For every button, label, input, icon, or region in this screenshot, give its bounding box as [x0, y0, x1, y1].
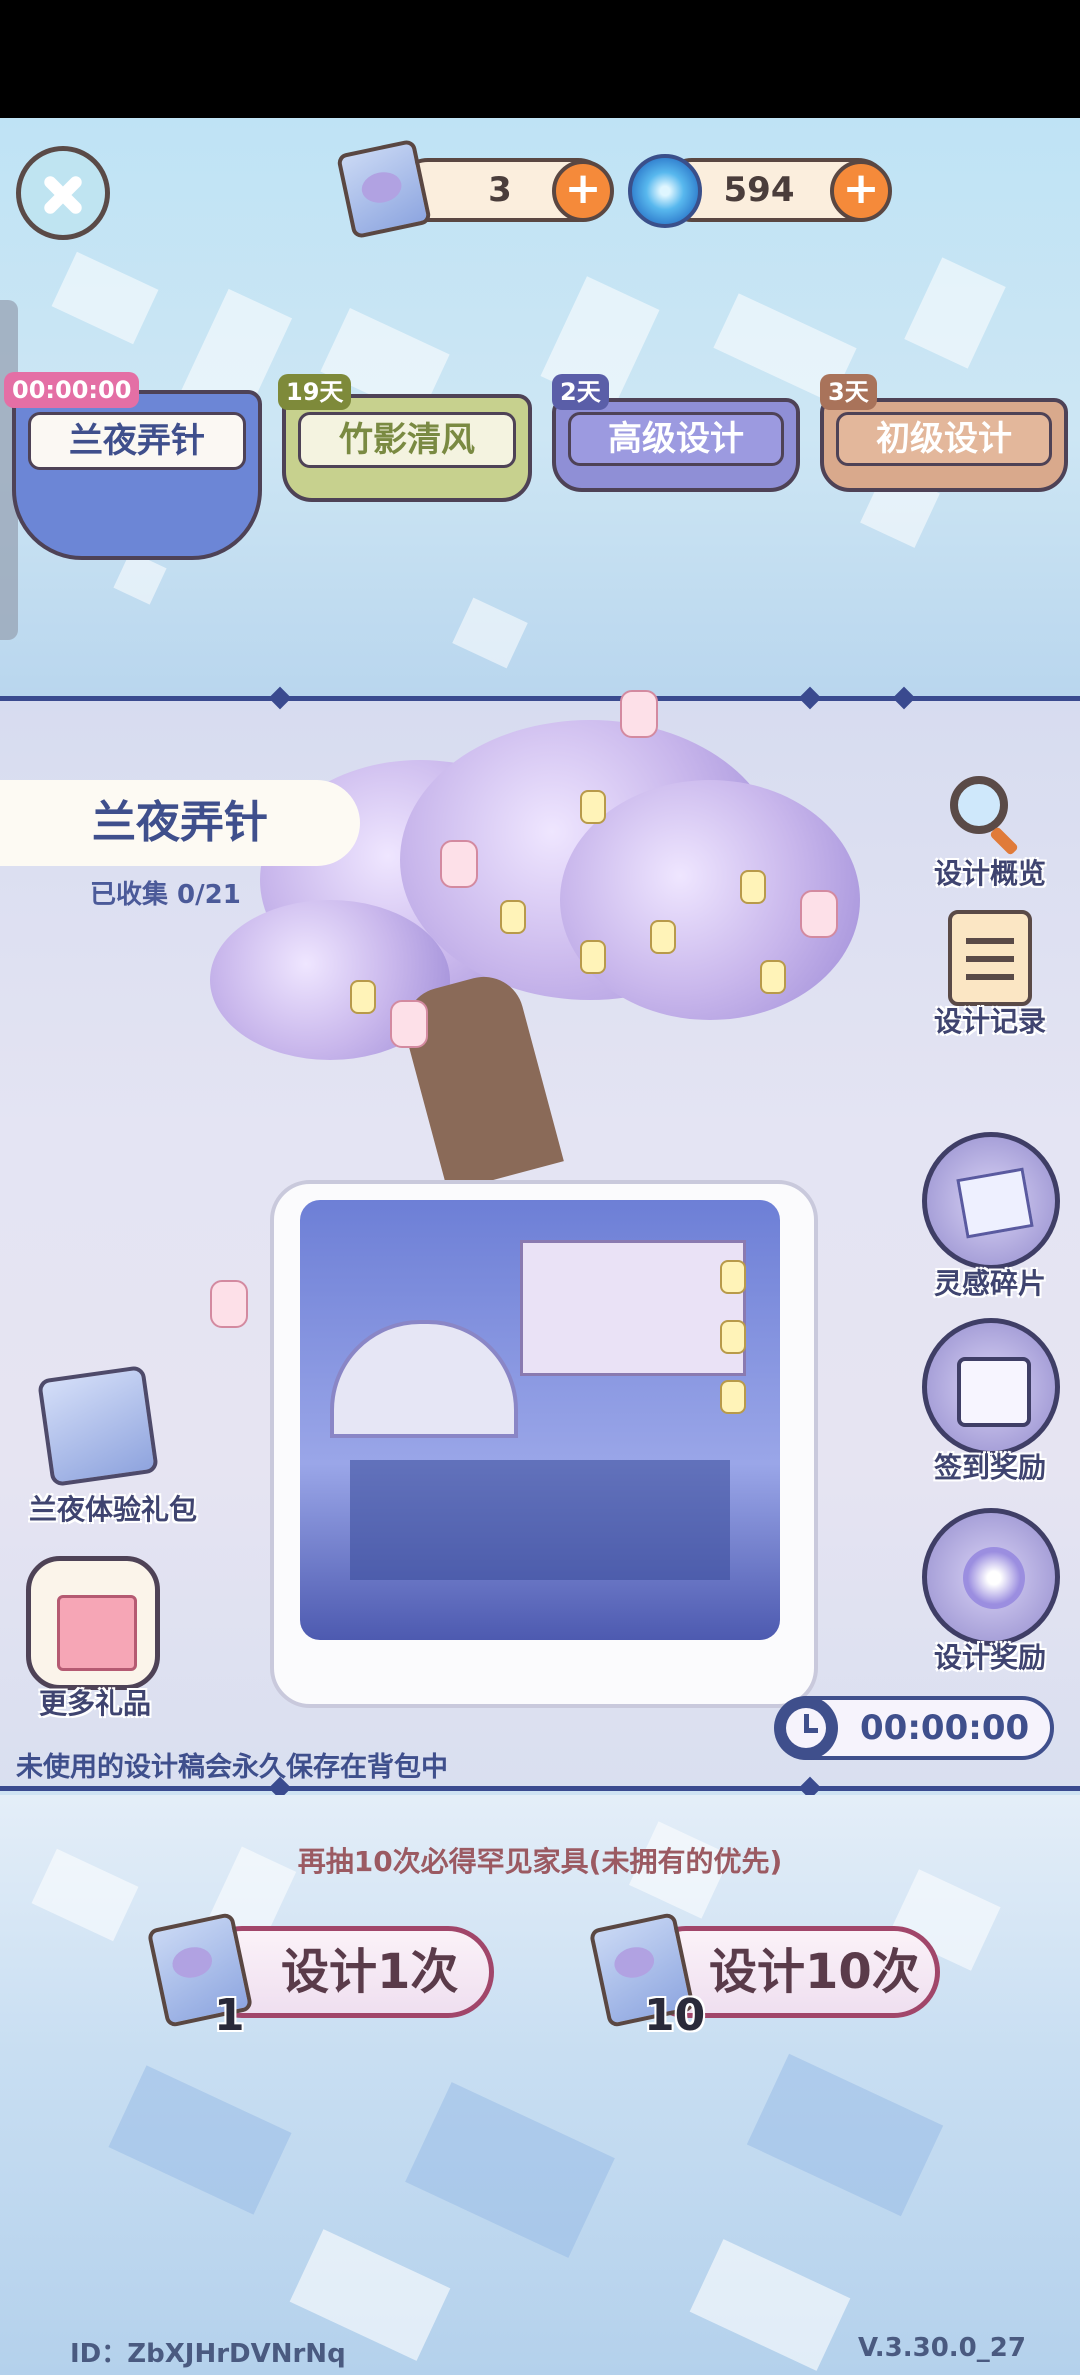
tab-badge: 3天 — [820, 374, 877, 410]
more-gifts-button[interactable] — [26, 1556, 160, 1690]
tab-badge: 00:00:00 — [4, 372, 140, 408]
more-gifts-label: 更多礼品 — [38, 1687, 151, 1720]
checkin-reward-label: 签到奖励 — [933, 1451, 1046, 1484]
tab-label: 兰夜弄针 — [28, 412, 246, 470]
tab-label: 竹影清风 — [298, 412, 516, 468]
design-records-button[interactable] — [948, 910, 1032, 1006]
design-overview-label: 设计概览 — [933, 857, 1046, 890]
player-id: ID：ZbXJHrDVNrNq — [70, 2339, 346, 2369]
pool-name: 兰夜弄针 — [92, 797, 268, 848]
tab-zhuying-qingfeng[interactable]: 竹影清风 — [282, 394, 532, 502]
tab-label: 高级设计 — [568, 412, 784, 466]
tab-basic-design[interactable]: 初级设计 — [820, 398, 1068, 492]
add-scroll-button[interactable]: + — [552, 160, 614, 222]
draw-ten-cost: 10 — [644, 1990, 706, 2041]
app-version: V.3.30.0_27 — [858, 2333, 1026, 2363]
pity-guarantee-text: 再抽10次必得罕见家具(未拥有的优先) — [297, 1845, 783, 1878]
tab-badge: 19天 — [278, 374, 352, 410]
swirl-gem-icon — [628, 154, 702, 228]
countdown-timer: 00:00:00 — [774, 1696, 1054, 1760]
draw-once-cost: 1 — [214, 1990, 245, 2041]
status-bar — [0, 0, 1080, 118]
pool-name-plate: 兰夜弄针 — [0, 780, 360, 866]
trial-pack-button[interactable] — [30, 1362, 160, 1487]
add-gem-button[interactable]: + — [830, 160, 892, 222]
design-reward-label: 设计奖励 — [933, 1641, 1046, 1674]
checkin-reward-button[interactable] — [922, 1318, 1060, 1456]
tab-badge: 2天 — [552, 374, 609, 410]
magnifier-icon — [950, 776, 1008, 834]
tab-label: 初级设计 — [836, 412, 1052, 466]
clipboard-icon — [966, 938, 1014, 944]
divider-bottom — [0, 1786, 1080, 1791]
inspiration-fragments-button[interactable] — [922, 1132, 1060, 1270]
design-records-label: 设计记录 — [933, 1005, 1046, 1038]
clock-icon — [774, 1696, 838, 1760]
draw-ten-label: 设计10次 — [709, 1944, 920, 2000]
calendar-icon — [957, 1357, 1031, 1427]
trial-pack-label: 兰夜体验礼包 — [28, 1493, 197, 1526]
map-fragment-icon — [956, 1167, 1034, 1239]
scroll-pack-icon — [37, 1365, 159, 1487]
storage-notice: 未使用的设计稿会永久保存在背包中 — [16, 1752, 448, 1783]
gift-box-icon — [57, 1595, 137, 1671]
tab-advanced-design[interactable]: 高级设计 — [552, 398, 800, 492]
close-button[interactable] — [16, 146, 110, 240]
bottom-background — [0, 1795, 1080, 2375]
timer-value: 00:00:00 — [860, 1708, 1030, 1748]
design-reward-button[interactable] — [922, 1508, 1060, 1646]
inspiration-fragments-label: 灵感碎片 — [933, 1267, 1046, 1300]
collected-count: 已收集 0/21 — [90, 880, 241, 910]
draw-once-label: 设计1次 — [281, 1944, 459, 2000]
flower-icon — [963, 1547, 1025, 1609]
tab-lanye-nongzhen[interactable]: 兰夜弄针 — [12, 390, 262, 560]
